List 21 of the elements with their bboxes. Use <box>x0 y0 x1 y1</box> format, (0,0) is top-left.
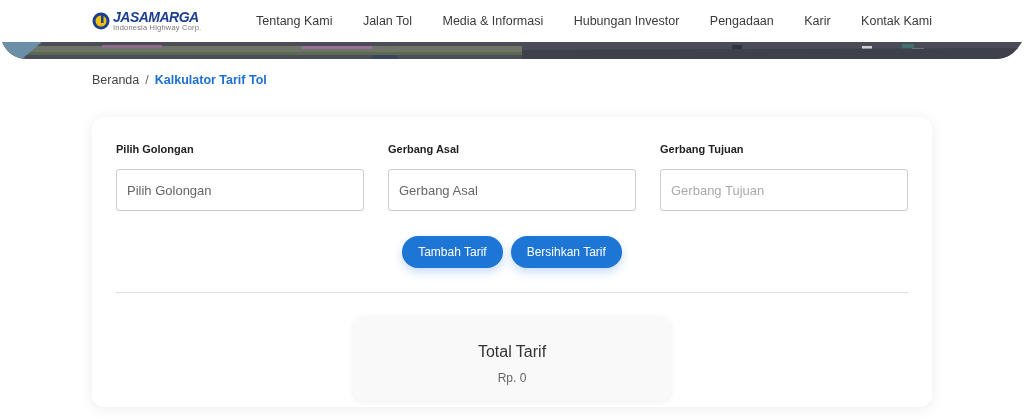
nav-link[interactable]: Tentang Kami <box>256 14 333 28</box>
input-field[interactable]: Gerbang Asal <box>388 169 636 211</box>
breadcrumb-link[interactable]: Beranda <box>92 73 140 87</box>
field-label: Gerbang Tujuan <box>660 143 745 155</box>
total-value: Rp. 0 <box>497 371 527 385</box>
action-button[interactable]: Bersihkan Tarif <box>510 236 622 268</box>
logo-icon <box>92 12 110 30</box>
nav-link[interactable]: Hubungan Investor <box>573 14 680 28</box>
total-title: Total Tarif <box>477 343 547 361</box>
nav-link[interactable]: Media & Informasi <box>442 14 544 28</box>
action-button[interactable]: Tambah Tarif <box>402 236 503 268</box>
breadcrumb-link[interactable]: Kalkulator Tarif Tol <box>154 73 267 87</box>
nav-link[interactable]: Jalan Tol <box>362 14 412 28</box>
nav-link[interactable]: Karir <box>804 14 831 28</box>
nav-link[interactable]: Pengadaan <box>709 14 774 28</box>
nav-link[interactable]: Kontak Kami <box>861 14 932 28</box>
input-field[interactable]: Pilih Golongan <box>116 169 364 211</box>
field-label: Pilih Golongan <box>116 143 195 155</box>
logo-name: JASAMARGA <box>113 10 199 25</box>
field-label: Gerbang Asal <box>388 143 461 155</box>
breadcrumb-separator: / <box>145 73 149 87</box>
